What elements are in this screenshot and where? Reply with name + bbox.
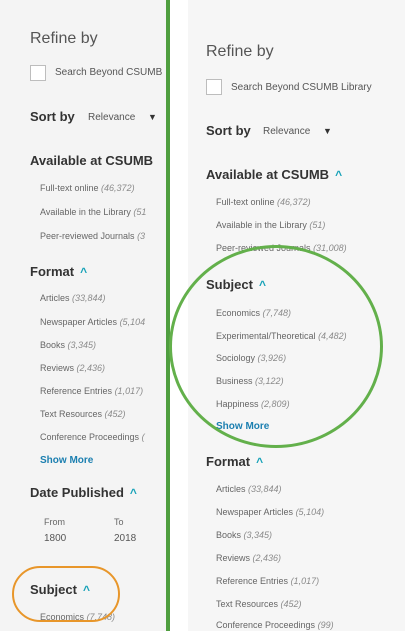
show-more-link[interactable]: Show More	[40, 455, 93, 466]
facet-item[interactable]: Available in the Library (51)	[216, 220, 325, 230]
available-heading: Available at CSUMB	[30, 153, 154, 168]
facet-item[interactable]: Reviews (2,436)	[40, 363, 105, 373]
facet-item[interactable]: Conference Proceedings (	[40, 432, 145, 442]
green-divider-line	[166, 0, 170, 631]
green-highlight-circle	[169, 245, 383, 448]
search-beyond-checkbox[interactable]	[206, 79, 222, 95]
search-beyond-label[interactable]: Search Beyond CSUMB Library	[231, 82, 372, 93]
caret-down-icon: ▼	[323, 126, 332, 136]
facet-item[interactable]: Reference Entries (1,017)	[40, 386, 143, 396]
caret-down-icon: ▼	[148, 112, 157, 122]
sort-value: Relevance	[88, 112, 136, 123]
search-beyond-label[interactable]: Search Beyond CSUMB	[55, 67, 162, 78]
date-to-label: To	[114, 517, 124, 527]
refine-title: Refine by	[30, 30, 98, 47]
date-from-label: From	[44, 517, 65, 527]
facet-item[interactable]: Newspaper Articles (5,104	[40, 317, 145, 327]
facet-item[interactable]: Articles (33,844)	[40, 293, 106, 303]
facet-item[interactable]: Books (3,345)	[40, 340, 96, 350]
sort-label: Sort by	[206, 123, 251, 138]
left-refine-panel: Refine by Search Beyond CSUMB Sort by Re…	[0, 0, 168, 631]
chevron-up-icon: ^	[256, 455, 264, 469]
sort-value: Relevance	[263, 126, 311, 137]
sort-select[interactable]: Relevance ▼	[88, 112, 157, 123]
facet-item[interactable]: Available in the Library (51	[40, 207, 146, 217]
orange-highlight-circle	[12, 566, 120, 622]
facet-item[interactable]: Newspaper Articles (5,104)	[216, 507, 324, 517]
facet-item[interactable]: Conference Proceedings (99)	[216, 620, 334, 630]
facet-item[interactable]: Reviews (2,436)	[216, 553, 281, 563]
facet-item[interactable]: Text Resources (452)	[40, 409, 126, 419]
sort-label: Sort by	[30, 109, 75, 124]
facet-item[interactable]: Articles (33,844)	[216, 484, 282, 494]
date-published-heading[interactable]: Date Published ^	[30, 485, 137, 500]
facet-item[interactable]: Books (3,345)	[216, 530, 272, 540]
facet-item[interactable]: Reference Entries (1,017)	[216, 576, 319, 586]
format-heading[interactable]: Format ^	[30, 264, 87, 279]
facet-item[interactable]: Full-text online (46,372)	[216, 197, 311, 207]
chevron-up-icon: ^	[335, 168, 343, 182]
refine-title: Refine by	[206, 43, 274, 60]
date-from-input[interactable]: 1800	[44, 533, 66, 544]
sort-select[interactable]: Relevance ▼	[263, 126, 332, 137]
facet-item[interactable]: Peer-reviewed Journals (3	[40, 231, 145, 241]
chevron-up-icon: ^	[80, 265, 88, 279]
format-heading[interactable]: Format ^	[206, 454, 263, 469]
search-beyond-checkbox[interactable]	[30, 65, 46, 81]
facet-item[interactable]: Full-text online (46,372)	[40, 183, 135, 193]
chevron-up-icon: ^	[129, 486, 137, 500]
available-heading[interactable]: Available at CSUMB ^	[206, 167, 342, 182]
date-to-input[interactable]: 2018	[114, 533, 136, 544]
facet-item[interactable]: Text Resources (452)	[216, 599, 302, 609]
